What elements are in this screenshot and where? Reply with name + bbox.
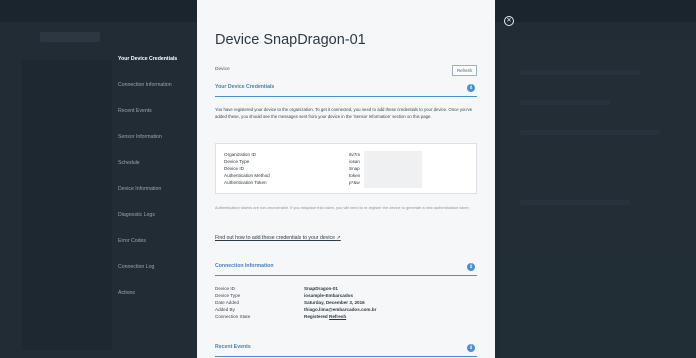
section-nav: Your Device Credentials Connection Infor… (118, 50, 196, 310)
info-icon[interactable]: i (467, 344, 475, 352)
section-divider (215, 275, 477, 276)
close-button[interactable]: ✕ (504, 16, 514, 26)
credential-value: p*&w (349, 180, 360, 185)
credential-value: 6v7m (349, 152, 361, 157)
device-label: Device (215, 67, 230, 72)
device-details-modal: Device SnapDragon-01 Device Refresh Your… (197, 0, 495, 358)
credential-label: Authentication Method (224, 173, 270, 178)
credential-value: token (349, 173, 361, 178)
credential-value: Snap (349, 166, 360, 171)
connection-label: Device Type (215, 293, 241, 298)
nav-item-device-information[interactable]: Device Information (118, 180, 196, 206)
section-title-credentials: Your Device Credentials (215, 84, 275, 90)
section-title-recent-events: Recent Events (215, 344, 251, 350)
section-divider (215, 96, 477, 97)
nav-item-device-credentials[interactable]: Your Device Credentials (118, 50, 196, 76)
credential-value: iosan (349, 159, 360, 164)
add-credentials-help-link[interactable]: Find out how to add these credentials to… (215, 235, 341, 241)
connection-value: thiago.lima@embarcados.com.br (304, 307, 377, 312)
connection-value: iosample-Embarcados (304, 293, 354, 298)
connection-state-refresh-link[interactable]: Refresh (329, 314, 346, 319)
credential-label: Device Type (224, 159, 250, 164)
connection-label: Date Added (215, 300, 240, 305)
connection-state-value: Registered Refresh (304, 314, 346, 319)
nav-item-diagnostic-logs[interactable]: Diagnostic Logs (118, 206, 196, 232)
credentials-description: You have registered your device to the o… (215, 107, 473, 119)
nav-item-connection-information[interactable]: Connection Information (118, 76, 196, 102)
section-divider (215, 356, 477, 357)
nav-item-connection-log[interactable]: Connection Log (118, 258, 196, 284)
connection-value: Saturday, December 3, 2016 (304, 300, 365, 305)
info-icon[interactable]: i (467, 84, 475, 92)
credential-label: Authentication Token (224, 180, 267, 185)
nav-item-recent-events[interactable]: Recent Events (118, 102, 196, 128)
credential-label: Device ID (224, 166, 244, 171)
masked-credentials (364, 151, 422, 188)
help-link-text: Find out how to add these credentials to… (215, 235, 335, 241)
close-icon: ✕ (506, 17, 512, 24)
section-title-connection: Connection Information (215, 263, 274, 269)
credentials-box: Organization ID 6v7m Device Type iosan D… (215, 143, 477, 194)
nav-item-actions[interactable]: Actions (118, 284, 196, 310)
connection-label: Connection State (215, 314, 251, 319)
nav-item-error-codes[interactable]: Error Codes (118, 232, 196, 258)
external-link-icon: ↗ (336, 235, 341, 241)
connection-value: SnapDragon-01 (304, 286, 338, 291)
connection-state: Registered (304, 314, 328, 319)
token-warning-note: Authentication tokens are non-recoverabl… (215, 205, 470, 210)
connection-label: Added By (215, 307, 235, 312)
connection-label: Device ID (215, 286, 235, 291)
info-icon[interactable]: i (467, 263, 475, 271)
nav-item-schedule[interactable]: Schedule (118, 154, 196, 180)
refresh-button[interactable]: Refresh (452, 65, 477, 76)
credential-label: Organization ID (224, 152, 256, 157)
modal-title: Device SnapDragon-01 (215, 32, 366, 48)
nav-item-sensor-information[interactable]: Sensor Information (118, 128, 196, 154)
